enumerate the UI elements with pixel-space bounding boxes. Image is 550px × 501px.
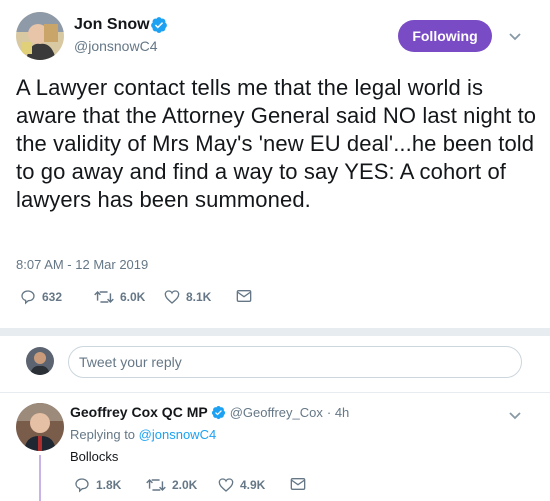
- replying-to-link[interactable]: @jonsnowC4: [139, 427, 217, 442]
- author-avatar[interactable]: [16, 12, 64, 60]
- reply-author-handle[interactable]: @Geoffrey_Cox: [230, 405, 323, 420]
- tweet-timestamp[interactable]: 8:07 AM - 12 Mar 2019: [16, 257, 148, 272]
- reply-verified-badge-icon: [211, 405, 226, 420]
- reply-icon: [75, 478, 89, 493]
- reply-direct-message-action[interactable]: [290, 477, 312, 491]
- following-button[interactable]: Following: [398, 20, 492, 52]
- replying-to-prefix: Replying to: [70, 427, 136, 442]
- reply-retweet-action[interactable]: 2.0K: [146, 477, 197, 493]
- envelope-icon: [290, 478, 306, 490]
- reply-time[interactable]: · 4h: [327, 405, 349, 420]
- reply-like-count: 4.9K: [240, 478, 266, 492]
- verified-badge-icon: [150, 16, 168, 39]
- author-handle[interactable]: @jonsnowC4: [74, 38, 157, 54]
- composer-divider: [0, 392, 550, 393]
- reply-reply-action[interactable]: 1.8K: [74, 477, 121, 493]
- author-name[interactable]: Jon Snow: [74, 16, 150, 34]
- retweet-icon: [146, 478, 166, 492]
- envelope-icon: [236, 290, 252, 302]
- like-count: 8.1K: [186, 290, 212, 304]
- current-user-avatar[interactable]: [26, 347, 54, 375]
- reply-chevron-down-icon[interactable]: [508, 408, 522, 426]
- reply-author-name[interactable]: Geoffrey Cox QC MP: [70, 404, 208, 420]
- reply-retweet-count: 2.0K: [172, 478, 198, 492]
- reply-action[interactable]: 632: [20, 289, 62, 305]
- like-action[interactable]: 8.1K: [164, 289, 211, 305]
- direct-message-action[interactable]: [236, 289, 258, 303]
- reply-header: Geoffrey Cox QC MP @Geoffrey_Cox · 4h: [70, 404, 349, 420]
- section-divider: [0, 328, 550, 336]
- retweet-action[interactable]: 6.0K: [94, 289, 145, 305]
- reply-text: Bollocks: [70, 449, 119, 464]
- reply-count: 632: [42, 290, 63, 304]
- retweet-count: 6.0K: [120, 290, 146, 304]
- tweet-text: A Lawyer contact tells me that the legal…: [16, 75, 537, 212]
- replying-to: Replying to @jonsnowC4: [70, 427, 216, 442]
- retweet-icon: [94, 290, 114, 304]
- reply-author-avatar[interactable]: [16, 403, 64, 451]
- heart-icon: [164, 290, 180, 304]
- reply-like-action[interactable]: 4.9K: [218, 477, 265, 493]
- reply-input-placeholder: Tweet your reply: [79, 354, 182, 370]
- thread-line: [39, 455, 41, 501]
- reply-reply-count: 1.8K: [96, 478, 122, 492]
- reply-input[interactable]: Tweet your reply: [68, 346, 522, 378]
- heart-icon: [218, 478, 234, 492]
- chevron-down-icon[interactable]: [508, 29, 522, 47]
- reply-icon: [21, 290, 35, 305]
